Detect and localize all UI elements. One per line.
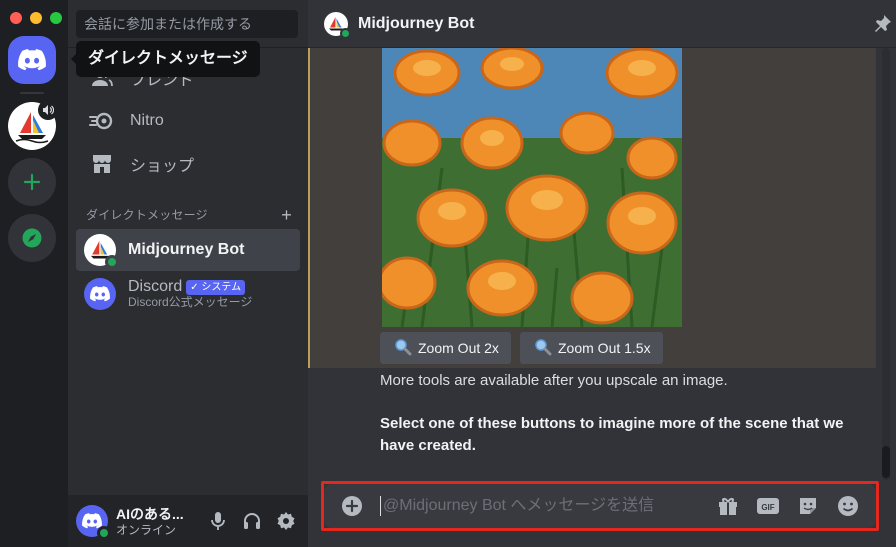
microphone-icon[interactable] xyxy=(202,505,234,537)
compass-icon xyxy=(22,228,42,248)
user-controls xyxy=(202,505,302,537)
online-status-indicator xyxy=(340,27,351,39)
search-input[interactable]: 会話に参加または作成する xyxy=(76,10,298,38)
rail-divider xyxy=(20,92,44,94)
message-input[interactable] xyxy=(380,496,714,516)
composer-icons: GIF xyxy=(714,492,862,520)
poppy-painting-image xyxy=(382,48,682,327)
dm-header-label: ダイレクトメッセージ xyxy=(86,208,208,222)
avatar[interactable] xyxy=(76,505,111,540)
emoji-icon[interactable] xyxy=(834,492,862,520)
close-window-button[interactable] xyxy=(10,12,22,24)
message-text-bold: Select one of these buttons to imagine m… xyxy=(380,415,844,454)
zoom-out-2x-label: Zoom Out 2x xyxy=(418,340,499,356)
chat-header: Midjourney Bot xyxy=(308,0,896,48)
create-dm-plus-icon[interactable]: + xyxy=(281,206,292,224)
explore-servers-button[interactable] xyxy=(8,214,56,262)
home-dm-button[interactable] xyxy=(8,36,56,84)
plus-icon xyxy=(23,173,41,191)
user-name: AIのある... xyxy=(116,505,184,522)
dm-sidebar: 会話に参加または作成する フレンド Nitro ショップ ダイレクトメッセージ … xyxy=(68,0,308,547)
avatar[interactable] xyxy=(324,11,351,39)
dm-name: Midjourney Bot xyxy=(128,241,245,258)
message-embed xyxy=(308,48,876,368)
minimize-window-button[interactable] xyxy=(30,12,42,24)
speaker-icon xyxy=(38,100,58,120)
shop-icon xyxy=(86,148,118,180)
nav-nitro-label: Nitro xyxy=(130,112,164,129)
user-panel: AIのある... オンライン xyxy=(68,495,308,547)
magnifier-icon xyxy=(534,338,552,359)
scrollbar-thumb[interactable] xyxy=(882,446,890,478)
chat-main: Midjourney Bot Zoom Out 2x Zoom Out 1.5x… xyxy=(308,0,896,547)
user-status: オンライン xyxy=(116,522,177,537)
discord-logo-icon xyxy=(18,49,46,71)
dm-item-discord[interactable]: Discord ✓ システム Discord公式メッセージ xyxy=(76,273,300,315)
gift-icon[interactable] xyxy=(714,492,742,520)
dm-name: Discord xyxy=(128,278,183,295)
dm-item-midjourney-bot[interactable]: Midjourney Bot xyxy=(76,229,300,271)
add-server-button[interactable] xyxy=(8,158,56,206)
svg-text:GIF: GIF xyxy=(761,503,774,512)
server-rail xyxy=(0,0,68,547)
zoom-out-2x-button[interactable]: Zoom Out 2x xyxy=(380,332,511,364)
nitro-icon xyxy=(86,105,118,137)
zoom-out-1-5x-button[interactable]: Zoom Out 1.5x xyxy=(520,332,663,364)
tooltip-direct-messages: ダイレクトメッセージ xyxy=(71,41,260,77)
avatar xyxy=(84,234,119,269)
generated-image-orange-poppies[interactable] xyxy=(382,48,682,327)
maximize-window-button[interactable] xyxy=(50,12,62,24)
channel-title: Midjourney Bot xyxy=(358,14,475,32)
nav-nitro[interactable]: Nitro xyxy=(76,100,300,142)
scrollbar-track[interactable] xyxy=(882,48,890,480)
online-status-indicator xyxy=(105,255,119,269)
system-badge: ✓ システム xyxy=(186,279,246,295)
user-info[interactable]: AIのある... オンライン xyxy=(116,506,184,537)
gif-icon[interactable]: GIF xyxy=(754,492,782,520)
dm-name-row: Discord ✓ システム xyxy=(128,279,252,295)
online-status-indicator xyxy=(97,526,111,540)
pin-icon[interactable] xyxy=(872,14,892,39)
nav-shop-label: ショップ xyxy=(130,158,195,175)
message-text: More tools are available after you upsca… xyxy=(380,372,728,389)
gear-icon[interactable] xyxy=(270,505,302,537)
dm-section-header: ダイレクトメッセージ + xyxy=(86,206,292,224)
avatar xyxy=(84,278,116,310)
dm-subtitle: Discord公式メッセージ xyxy=(128,295,253,309)
message-composer: GIF xyxy=(324,484,876,528)
sticker-icon[interactable] xyxy=(794,492,822,520)
dm-text-block: Discord ✓ システム Discord公式メッセージ xyxy=(128,279,253,310)
add-attachment-icon[interactable] xyxy=(340,494,364,518)
window-controls xyxy=(10,12,62,24)
headphones-icon[interactable] xyxy=(236,505,268,537)
nav-shop[interactable]: ショップ xyxy=(76,143,300,185)
magnifier-icon xyxy=(394,338,412,359)
zoom-out-1-5x-label: Zoom Out 1.5x xyxy=(558,340,651,356)
discord-logo-icon xyxy=(90,286,110,302)
